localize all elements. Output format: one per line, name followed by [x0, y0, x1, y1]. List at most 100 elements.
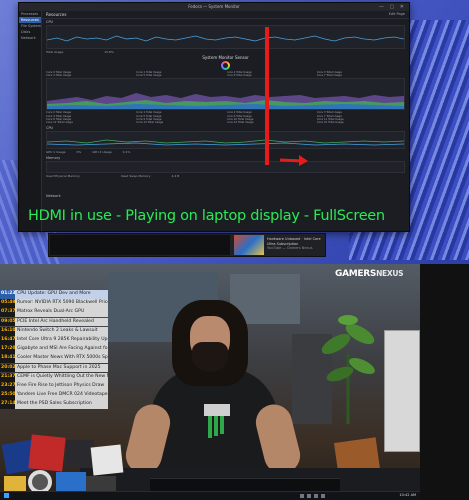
desktop-wallpaper: Fedora — System Monitor — ▢ ✕ Processes …	[0, 0, 469, 264]
core-legend-item: Core 4 Total Usage	[46, 74, 72, 78]
chapter-item[interactable]: 09:05 PCIE Intel Arc Handheld Revealed	[0, 317, 108, 327]
fullscreen-video-area[interactable]: 01:23 CPU Update: GPU Dev and More 05:49 Ru…	[0, 264, 469, 500]
chapter-item[interactable]: 16:10 Nintendo Switch 2 Leaks & Lawsuit	[0, 326, 108, 336]
chapter-title[interactable]: Intel Core Ultra 9 285K Repairability Up…	[15, 335, 108, 345]
window-controls[interactable]: — ▢ ✕	[379, 3, 406, 11]
gpu-graph	[46, 131, 405, 150]
core-legend-bottom: Core 0 Total Usage Core 1 Total Usage Core…	[42, 110, 409, 125]
sidebar-item-network[interactable]: Network	[19, 35, 41, 41]
chapter-title[interactable]: Nintendo Switch 2 Leaks & Lawsuit	[15, 326, 108, 336]
chapter-timestamp[interactable]: 23:27	[0, 381, 16, 391]
letterbox-right	[420, 264, 469, 500]
tray-icon[interactable]	[321, 493, 325, 498]
gpu1-label: GPU 1 Usage	[46, 150, 66, 155]
preview-thumbnail[interactable]	[50, 235, 230, 255]
chapter-timestamp[interactable]: 21:37	[0, 372, 16, 382]
chapter-item[interactable]: 16:47 Intel Core Ultra 9 285K Repairabili…	[0, 335, 108, 345]
chapter-title[interactable]: Yandere Live Free DMCR 024 Videotape Wit…	[15, 391, 108, 400]
core-legend-top: Core 0 Total Usage Core 1 Total Usage Core…	[42, 70, 409, 78]
edit-page-button[interactable]: Edit Page	[389, 11, 405, 18]
core-legend-item: Core 5 Total Usage	[136, 74, 162, 78]
chapter-title[interactable]: Cooler Master News With RTX 5000s Spotte…	[15, 354, 108, 364]
tray-icons	[300, 493, 325, 498]
sidebar: Processes Resources File Systems Disks N…	[19, 11, 42, 231]
chapter-item[interactable]: 18:41 Cooler Master News With RTX 5000s S…	[0, 354, 108, 364]
start-icon[interactable]	[4, 493, 9, 498]
tray-icon[interactable]	[314, 493, 318, 498]
window-titlebar[interactable]: Fedora — System Monitor — ▢ ✕	[19, 3, 409, 11]
host-beard	[192, 342, 228, 372]
chapter-timestamp[interactable]: 16:47	[0, 335, 16, 345]
cpu-total-label: Total Usage	[46, 50, 64, 54]
swap-used-value: 4.4 B	[171, 174, 180, 179]
logo-sub-text: NEXUS	[376, 269, 404, 278]
memory-graph	[46, 161, 405, 174]
chapter-timestamp[interactable]: 01:23	[0, 290, 16, 299]
chapter-timestamp[interactable]: 05:49	[0, 299, 16, 309]
chapter-item[interactable]: 01:23 CPU Update: GPU Dev and More	[0, 290, 108, 299]
logo-main-text: GAMERS	[335, 269, 377, 279]
chapter-item[interactable]: 17:20 Gigabyte and MSI Are Facing Against…	[0, 345, 108, 355]
taskbar-preview-popup[interactable]: Hardware Unboxed · Intel Core Ultra Subs…	[48, 233, 326, 257]
preview-title: Hardware Unboxed · Intel Core Ultra Subs…	[267, 237, 321, 246]
chapter-title[interactable]: Matrox Reveals Dual-Arc GPU	[15, 308, 108, 318]
cpu-total-graph	[46, 25, 405, 49]
memory-used-label: Used Physical Memory	[46, 174, 80, 179]
chapter-timestamp[interactable]: 17:20	[0, 345, 16, 355]
gpu2-value: 0.1%	[122, 150, 131, 155]
preview-subtitle: YouTube — Gamers Nexus	[267, 246, 313, 250]
pcb-boards-pile	[1, 434, 124, 498]
memory-row: Used Physical Memory Used Swap Memory 4.…	[42, 173, 409, 179]
chapter-list: 01:23 CPU Update: GPU Dev and More 05:49 Ru…	[0, 290, 108, 410]
chapter-title[interactable]: CEMF is Quietly Whittling Out the New Mo…	[15, 372, 108, 382]
main-content: Resources Edit Page CPU Total Usage 15.8…	[42, 11, 409, 231]
taskbar-clock: 10:42 AM	[399, 493, 416, 497]
gpu2-label: GPU 2 Usage	[92, 150, 112, 155]
core-legend-item: Core 12 Total Usage	[46, 120, 73, 124]
chapter-item[interactable]: 20:02 Apple to Phase Mac Support in 2025	[0, 363, 108, 373]
core-legend-item: Core 7 Total Usage	[316, 74, 342, 78]
chapter-title[interactable]: Rumor: NVIDIA RTX 5090 Blackwell Prices	[15, 299, 108, 309]
tray-icon[interactable]	[307, 493, 311, 498]
page-header: Resources Edit Page	[42, 11, 409, 19]
preview-video-thumbnail[interactable]	[234, 235, 264, 255]
page-title: Resources	[46, 12, 67, 17]
chapter-item[interactable]: 27:14 Meet the PSD Sales Subscription	[0, 400, 108, 410]
system-monitor-window[interactable]: Fedora — System Monitor — ▢ ✕ Processes …	[18, 2, 410, 232]
chapter-timestamp[interactable]: 09:05	[0, 317, 16, 327]
windows-taskbar: 10:42 AM	[0, 491, 420, 500]
swap-used-label: Used Swap Memory	[120, 174, 151, 179]
chapter-timestamp[interactable]: 20:02	[0, 363, 16, 373]
per-core-graph	[46, 78, 405, 111]
red-annotation-line	[265, 27, 269, 165]
overlay-caption: HDMI in use - Playing on laptop display …	[28, 208, 385, 224]
chapter-item[interactable]: 25:50 Yandere Live Free DMCR 024 Videotap…	[0, 391, 108, 400]
channel-logo: GAMERSNEXUS	[335, 269, 404, 279]
chapter-item[interactable]: 05:49 Rumor: NVIDIA RTX 5090 Blackwell Pr…	[0, 299, 108, 309]
chapter-timestamp[interactable]: 27:14	[0, 400, 16, 410]
system-monitor-logo-icon	[221, 61, 230, 70]
chapter-timestamp[interactable]: 18:41	[0, 354, 16, 364]
window-title: Fedora — System Monitor	[188, 4, 240, 9]
keyboard	[150, 478, 340, 491]
chapter-timestamp[interactable]: 07:37	[0, 308, 16, 318]
chapter-item[interactable]: 07:37 Matrox Reveals Dual-Arc GPU	[0, 308, 108, 318]
shirt-logo-icon	[204, 404, 230, 438]
preview-text: Hardware Unboxed · Intel Core Ultra Subs…	[267, 237, 322, 251]
gpu1-value: 0%	[76, 150, 82, 155]
tray-icon[interactable]	[300, 493, 304, 498]
chapter-title[interactable]: Meet the PSD Sales Subscription	[15, 400, 108, 410]
core-legend-item: Core 13 Total Usage	[136, 120, 164, 124]
chapter-title[interactable]: PCIE Intel Arc Handheld Revealed	[15, 317, 108, 327]
red-arrow-icon	[279, 155, 308, 166]
chapter-timestamp[interactable]: 16:10	[0, 326, 16, 336]
chapter-timestamp[interactable]: 25:50	[0, 391, 16, 400]
chapter-item[interactable]: 21:37 CEMF is Quietly Whittling Out the N…	[0, 372, 108, 382]
video-frame[interactable]: 01:23 CPU Update: GPU Dev and More 05:49 Ru…	[0, 264, 420, 500]
chapter-title[interactable]: Free Fire Rise to Jettison Physics Draw	[15, 381, 108, 391]
chapter-title[interactable]: Gigabyte and MSI Are Facing Against for …	[15, 345, 108, 355]
chapter-item[interactable]: 23:27 Free Fire Rise to Jettison Physics …	[0, 381, 108, 391]
chapter-title[interactable]: CPU Update: GPU Dev and More	[15, 290, 108, 299]
plant-decor	[318, 304, 378, 424]
chapter-title[interactable]: Apple to Phase Mac Support in 2025	[15, 363, 108, 373]
